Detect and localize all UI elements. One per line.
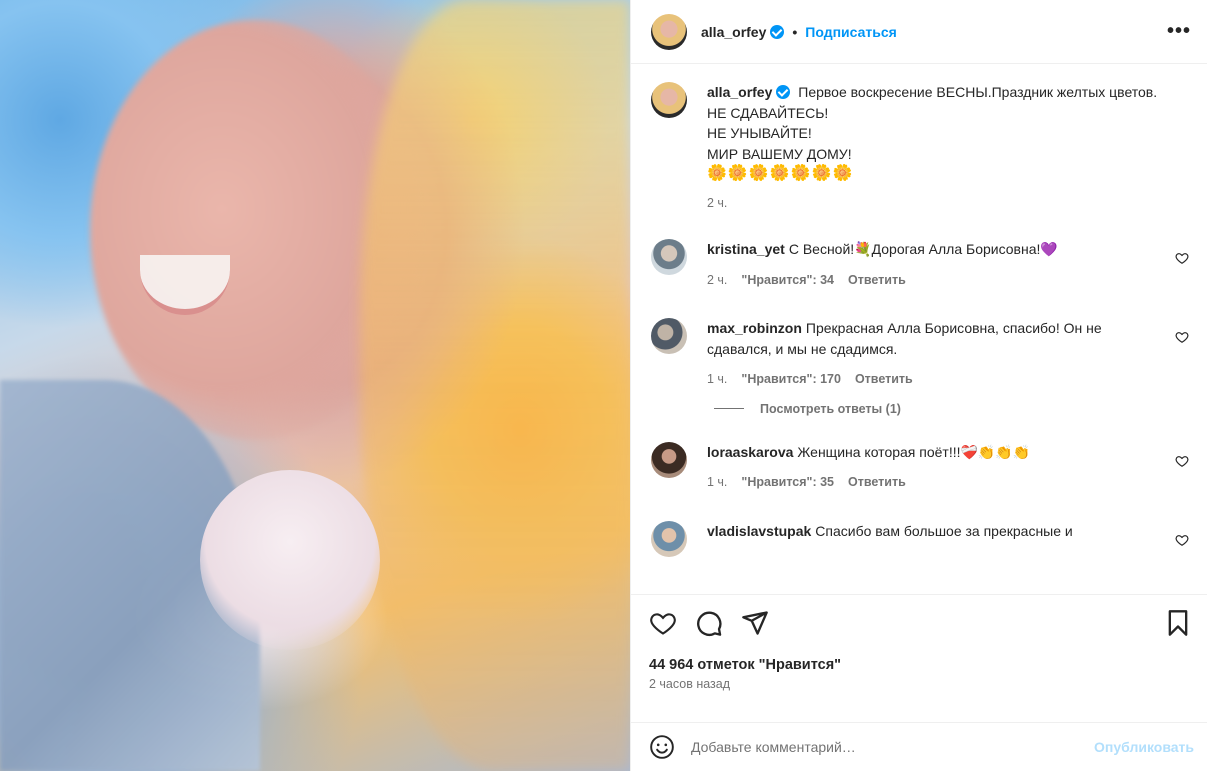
author-username[interactable]: alla_orfey — [701, 24, 766, 40]
comment-avatar[interactable] — [651, 441, 687, 478]
comment: kristina_yet С Весной!💐Дорогая Алла Борис… — [651, 239, 1191, 290]
verified-icon — [770, 24, 785, 39]
likes-count[interactable]: 44 964 отметок "Нравится" — [649, 657, 1192, 673]
comment-text: С Весной!💐Дорогая Алла Борисовна!💜 — [788, 241, 1058, 257]
caption-avatar[interactable] — [651, 82, 687, 118]
caption-line: Первое воскресение ВЕСНЫ.Праздник желтых… — [798, 84, 1158, 100]
view-replies-button[interactable]: Посмотреть ответы (1) — [714, 402, 1191, 416]
caption-line: НЕ СДАВАЙТЕСЬ! — [707, 104, 829, 121]
caption-line: МИР ВАШЕМУ ДОМУ! — [707, 145, 852, 162]
separator-dot: • — [792, 23, 798, 40]
share-icon[interactable] — [741, 609, 769, 637]
comment-likes[interactable]: "Нравится": 34 — [741, 270, 834, 291]
view-replies-label: Посмотреть ответы (1) — [760, 401, 901, 416]
post-comment-button[interactable]: Опубликовать — [1094, 739, 1194, 755]
view-replies-line — [714, 408, 744, 409]
comment: vladislavstupak Спасибо вам большое за пр… — [651, 520, 1191, 557]
reply-button[interactable]: Ответить — [855, 369, 913, 390]
post-photo[interactable] — [0, 0, 630, 771]
comment-like-icon[interactable] — [1175, 533, 1189, 547]
comment-avatar[interactable] — [651, 239, 687, 275]
comment-likes[interactable]: "Нравится": 170 — [741, 369, 841, 390]
author-avatar[interactable] — [651, 13, 687, 50]
comment-username[interactable]: kristina_yet — [707, 241, 785, 257]
comment-likes[interactable]: "Нравится": 35 — [741, 472, 834, 493]
comment-like-icon[interactable] — [1175, 330, 1189, 344]
comment-text: Спасибо вам большое за прекрасные и — [815, 522, 1073, 539]
caption-emoji-line: 🌼🌼🌼🌼🌼🌼🌼 — [707, 165, 854, 182]
verified-icon — [776, 85, 791, 99]
heart-icon[interactable] — [649, 609, 677, 637]
caption-line: НЕ УНЫВАЙТЕ! — [707, 125, 812, 141]
comment: max_robinzon Прекрасная Алла Борисовна, с… — [651, 318, 1191, 390]
comment-avatar[interactable] — [651, 520, 687, 557]
post-dialog: alla_orfey • Подписаться ••• alla_orfey … — [0, 0, 1207, 771]
reply-button[interactable]: Ответить — [848, 472, 906, 493]
comment-input[interactable] — [691, 739, 1095, 755]
comment-like-icon[interactable] — [1175, 454, 1189, 468]
comment-username[interactable]: vladislavstupak — [707, 523, 811, 539]
more-options-icon[interactable]: ••• — [1167, 20, 1191, 43]
post-header: alla_orfey • Подписаться ••• — [631, 0, 1207, 64]
comment-text: Женщина которая поёт!!!❤️‍🩹👏👏👏 — [797, 443, 1031, 460]
comment: loraaskarova Женщина которая поёт!!!❤️‍🩹👏… — [651, 441, 1191, 493]
post-actions: 44 964 отметок "Нравится" 2 часов назад — [631, 594, 1207, 691]
photo-hair-shape — [360, 0, 630, 771]
comments-list[interactable]: alla_orfey Первое воскресение ВЕСНЫ.Праз… — [631, 64, 1207, 594]
photo-shirt-shape — [200, 470, 380, 650]
comment-time[interactable]: 1 ч. — [707, 472, 727, 493]
bookmark-icon[interactable] — [1164, 609, 1192, 637]
caption: alla_orfey Первое воскресение ВЕСНЫ.Праз… — [651, 82, 1191, 213]
comment-composer: Опубликовать — [631, 722, 1207, 771]
reply-button[interactable]: Ответить — [848, 270, 906, 291]
caption-username[interactable]: alla_orfey — [707, 84, 772, 100]
comment-time[interactable]: 1 ч. — [707, 369, 727, 390]
comment-like-icon[interactable] — [1175, 251, 1189, 265]
comment-username[interactable]: max_robinzon — [707, 320, 802, 336]
comment-username[interactable]: loraaskarova — [707, 444, 793, 460]
follow-button[interactable]: Подписаться — [805, 24, 897, 40]
post-time[interactable]: 2 часов назад — [649, 677, 1192, 691]
comment-avatar[interactable] — [651, 318, 687, 354]
emoji-icon[interactable] — [649, 734, 675, 760]
caption-time[interactable]: 2 ч. — [707, 193, 727, 214]
comment-time[interactable]: 2 ч. — [707, 270, 727, 291]
comment-icon[interactable] — [695, 609, 723, 637]
post-side-panel: alla_orfey • Подписаться ••• alla_orfey … — [630, 0, 1207, 771]
